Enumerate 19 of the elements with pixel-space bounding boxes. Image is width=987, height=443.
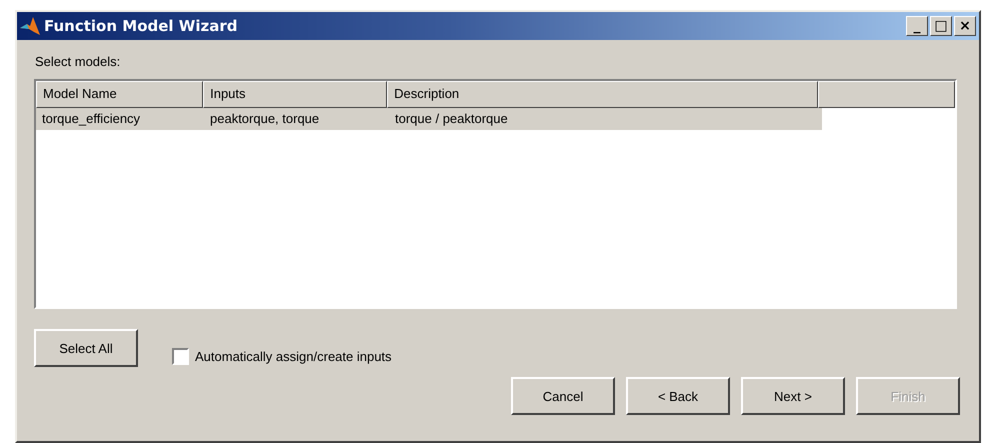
minimize-button[interactable]: _ — [906, 16, 928, 36]
table-cell-text: peaktorque, torque — [209, 110, 320, 128]
column-header[interactable]: Model Name — [36, 81, 204, 108]
checkbox[interactable] — [172, 348, 189, 365]
column-header[interactable]: Inputs — [203, 81, 388, 108]
table-cell-text: torque_efficiency — [41, 110, 142, 128]
app-logo-icon — [20, 17, 40, 35]
wizard-button[interactable]: Next > — [741, 377, 845, 415]
window-title: Function Model Wizard — [44, 17, 238, 35]
checkbox-label: Automatically assign/create inputs — [195, 349, 392, 364]
select-all-button[interactable]: Select All — [34, 329, 138, 367]
column-header[interactable]: Description — [387, 81, 818, 108]
maximize-button[interactable]: □ — [930, 16, 952, 36]
close-button[interactable]: × — [954, 16, 976, 36]
table-cell-text: torque / peaktorque — [394, 110, 509, 128]
table-row[interactable]: torque_efficiency peaktorque, torque torque / peaktorque — [36, 108, 822, 130]
wizard-button[interactable]: Cancel — [511, 377, 615, 415]
wizard-button[interactable]: < Back — [626, 377, 730, 415]
prompt-label: Select models: — [35, 54, 122, 69]
